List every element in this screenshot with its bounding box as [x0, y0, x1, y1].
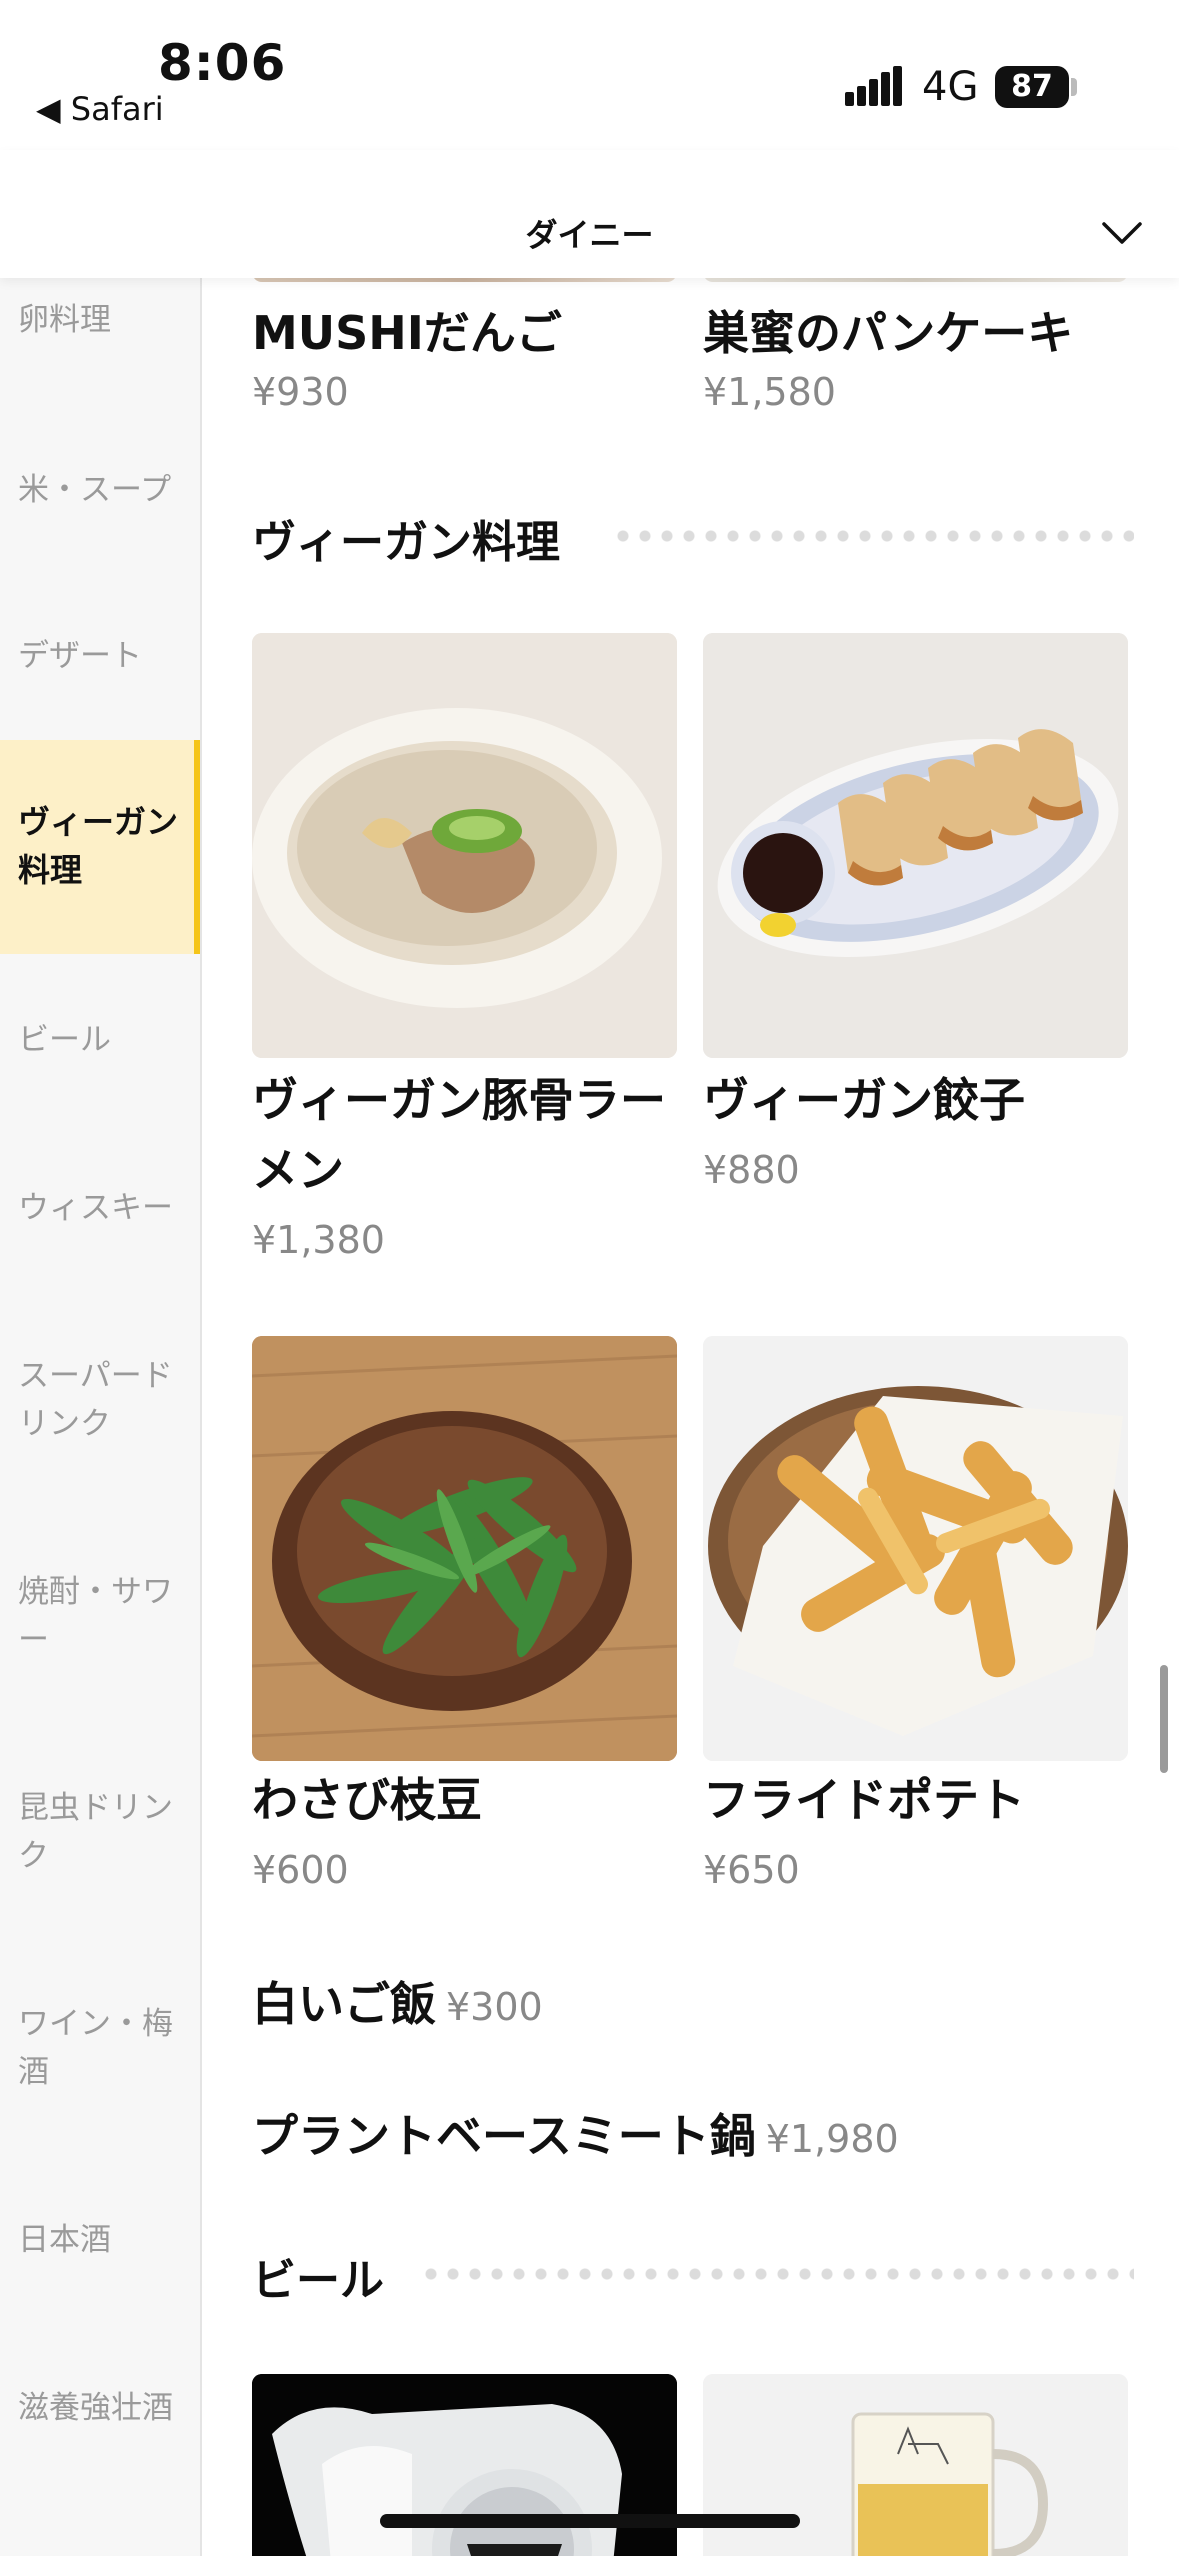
sidebar-item-insect-drink[interactable]: 昆虫ドリンク: [0, 1784, 200, 1880]
sidebar-item-shochu-sour[interactable]: 焼酎・サワー: [0, 1568, 200, 1664]
item-price: ¥880: [703, 1148, 800, 1192]
battery-tip: [1071, 78, 1077, 96]
item-price: ¥1,580: [703, 370, 836, 414]
restaurant-title[interactable]: ダイニー: [0, 210, 1179, 256]
edamame-photo[interactable]: [252, 1336, 677, 1761]
item-name: 白いご飯: [252, 1977, 436, 2031]
home-indicator[interactable]: [380, 2514, 800, 2528]
sidebar-item-tonic-liquor[interactable]: 滋養強壮酒: [0, 2384, 200, 2432]
gyoza-photo[interactable]: [703, 633, 1128, 1058]
sidebar-item-whisky[interactable]: ウィスキー: [0, 1184, 200, 1232]
item-price: ¥1,980: [765, 2117, 899, 2161]
fries-photo[interactable]: [703, 1336, 1128, 1761]
item-name: プラントベースミート鍋: [252, 2109, 756, 2163]
beer-glass-photo[interactable]: [703, 2374, 1128, 2556]
section-divider: [420, 2268, 1134, 2280]
ramen-illustration: [252, 633, 677, 1058]
category-sidebar: 卵料理 米・スープ デザート ヴィーガン料理 ビール ウィスキー スーパードリン…: [0, 278, 202, 2556]
item-name[interactable]: 巣蜜のパンケーキ: [703, 298, 1073, 368]
item-price: ¥650: [703, 1848, 800, 1892]
status-bar: 8:06 ◀ Safari 4G 87: [0, 0, 1179, 150]
beer-glass-illustration: [703, 2374, 1128, 2556]
ramen-photo[interactable]: [252, 633, 677, 1058]
item-price: ¥930: [252, 370, 349, 414]
item-price: ¥1,380: [252, 1218, 385, 1262]
section-title-beer: ビール: [252, 2255, 384, 2306]
item-name[interactable]: わさび枝豆: [252, 1765, 482, 1835]
beer-jug-photo[interactable]: [252, 2374, 677, 2556]
item-name[interactable]: フライドポテト: [703, 1765, 1025, 1835]
menu-list: MUSHIだんご ¥930 巣蜜のパンケーキ ¥1,580 ヴィーガン料理 ヴィ…: [204, 278, 1179, 2556]
pancake-photo[interactable]: [703, 278, 1128, 282]
battery-icon: 87: [995, 66, 1069, 108]
section-title-vegan: ヴィーガン料理: [252, 517, 560, 568]
chevron-down-icon[interactable]: [1100, 210, 1144, 254]
sidebar-item-beer[interactable]: ビール: [0, 1016, 200, 1064]
text-menu-item[interactable]: 白いご飯 ¥300: [252, 1968, 543, 2034]
fries-illustration: [703, 1336, 1128, 1761]
sidebar-item-dessert[interactable]: デザート: [0, 632, 200, 680]
item-name[interactable]: MUSHIだんご: [252, 298, 562, 368]
sidebar-item-rice-soup[interactable]: 米・スープ: [0, 466, 200, 514]
restaurant-header: ダイニー: [0, 150, 1179, 278]
item-price: ¥300: [446, 1985, 543, 2029]
gyoza-illustration: [703, 633, 1128, 1058]
item-name[interactable]: ヴィーガン豚骨ラーメン: [252, 1065, 672, 1205]
edamame-illustration: [252, 1336, 677, 1761]
sidebar-item-vegan[interactable]: ヴィーガン料理: [0, 740, 200, 954]
signal-icon: [845, 66, 902, 106]
dumpling-photo[interactable]: [252, 278, 677, 282]
section-divider: [612, 530, 1134, 542]
item-price: ¥600: [252, 1848, 349, 1892]
sidebar-item-super-drink[interactable]: スーパードリンク: [0, 1352, 200, 1448]
sidebar-item-sake[interactable]: 日本酒: [0, 2216, 200, 2264]
clock: 8:06: [158, 34, 287, 92]
back-to-safari-link[interactable]: ◀ Safari: [36, 90, 164, 128]
sidebar-item-egg[interactable]: 卵料理: [0, 296, 200, 344]
network-type: 4G: [922, 64, 979, 110]
scrollbar-thumb[interactable]: [1160, 1665, 1168, 1773]
item-name[interactable]: ヴィーガン餃子: [703, 1065, 1025, 1135]
sidebar-item-wine-umeshu[interactable]: ワイン・梅酒: [0, 2000, 200, 2096]
beer-jug-illustration: [252, 2374, 677, 2556]
text-menu-item[interactable]: プラントベースミート鍋 ¥1,980: [252, 2100, 899, 2166]
